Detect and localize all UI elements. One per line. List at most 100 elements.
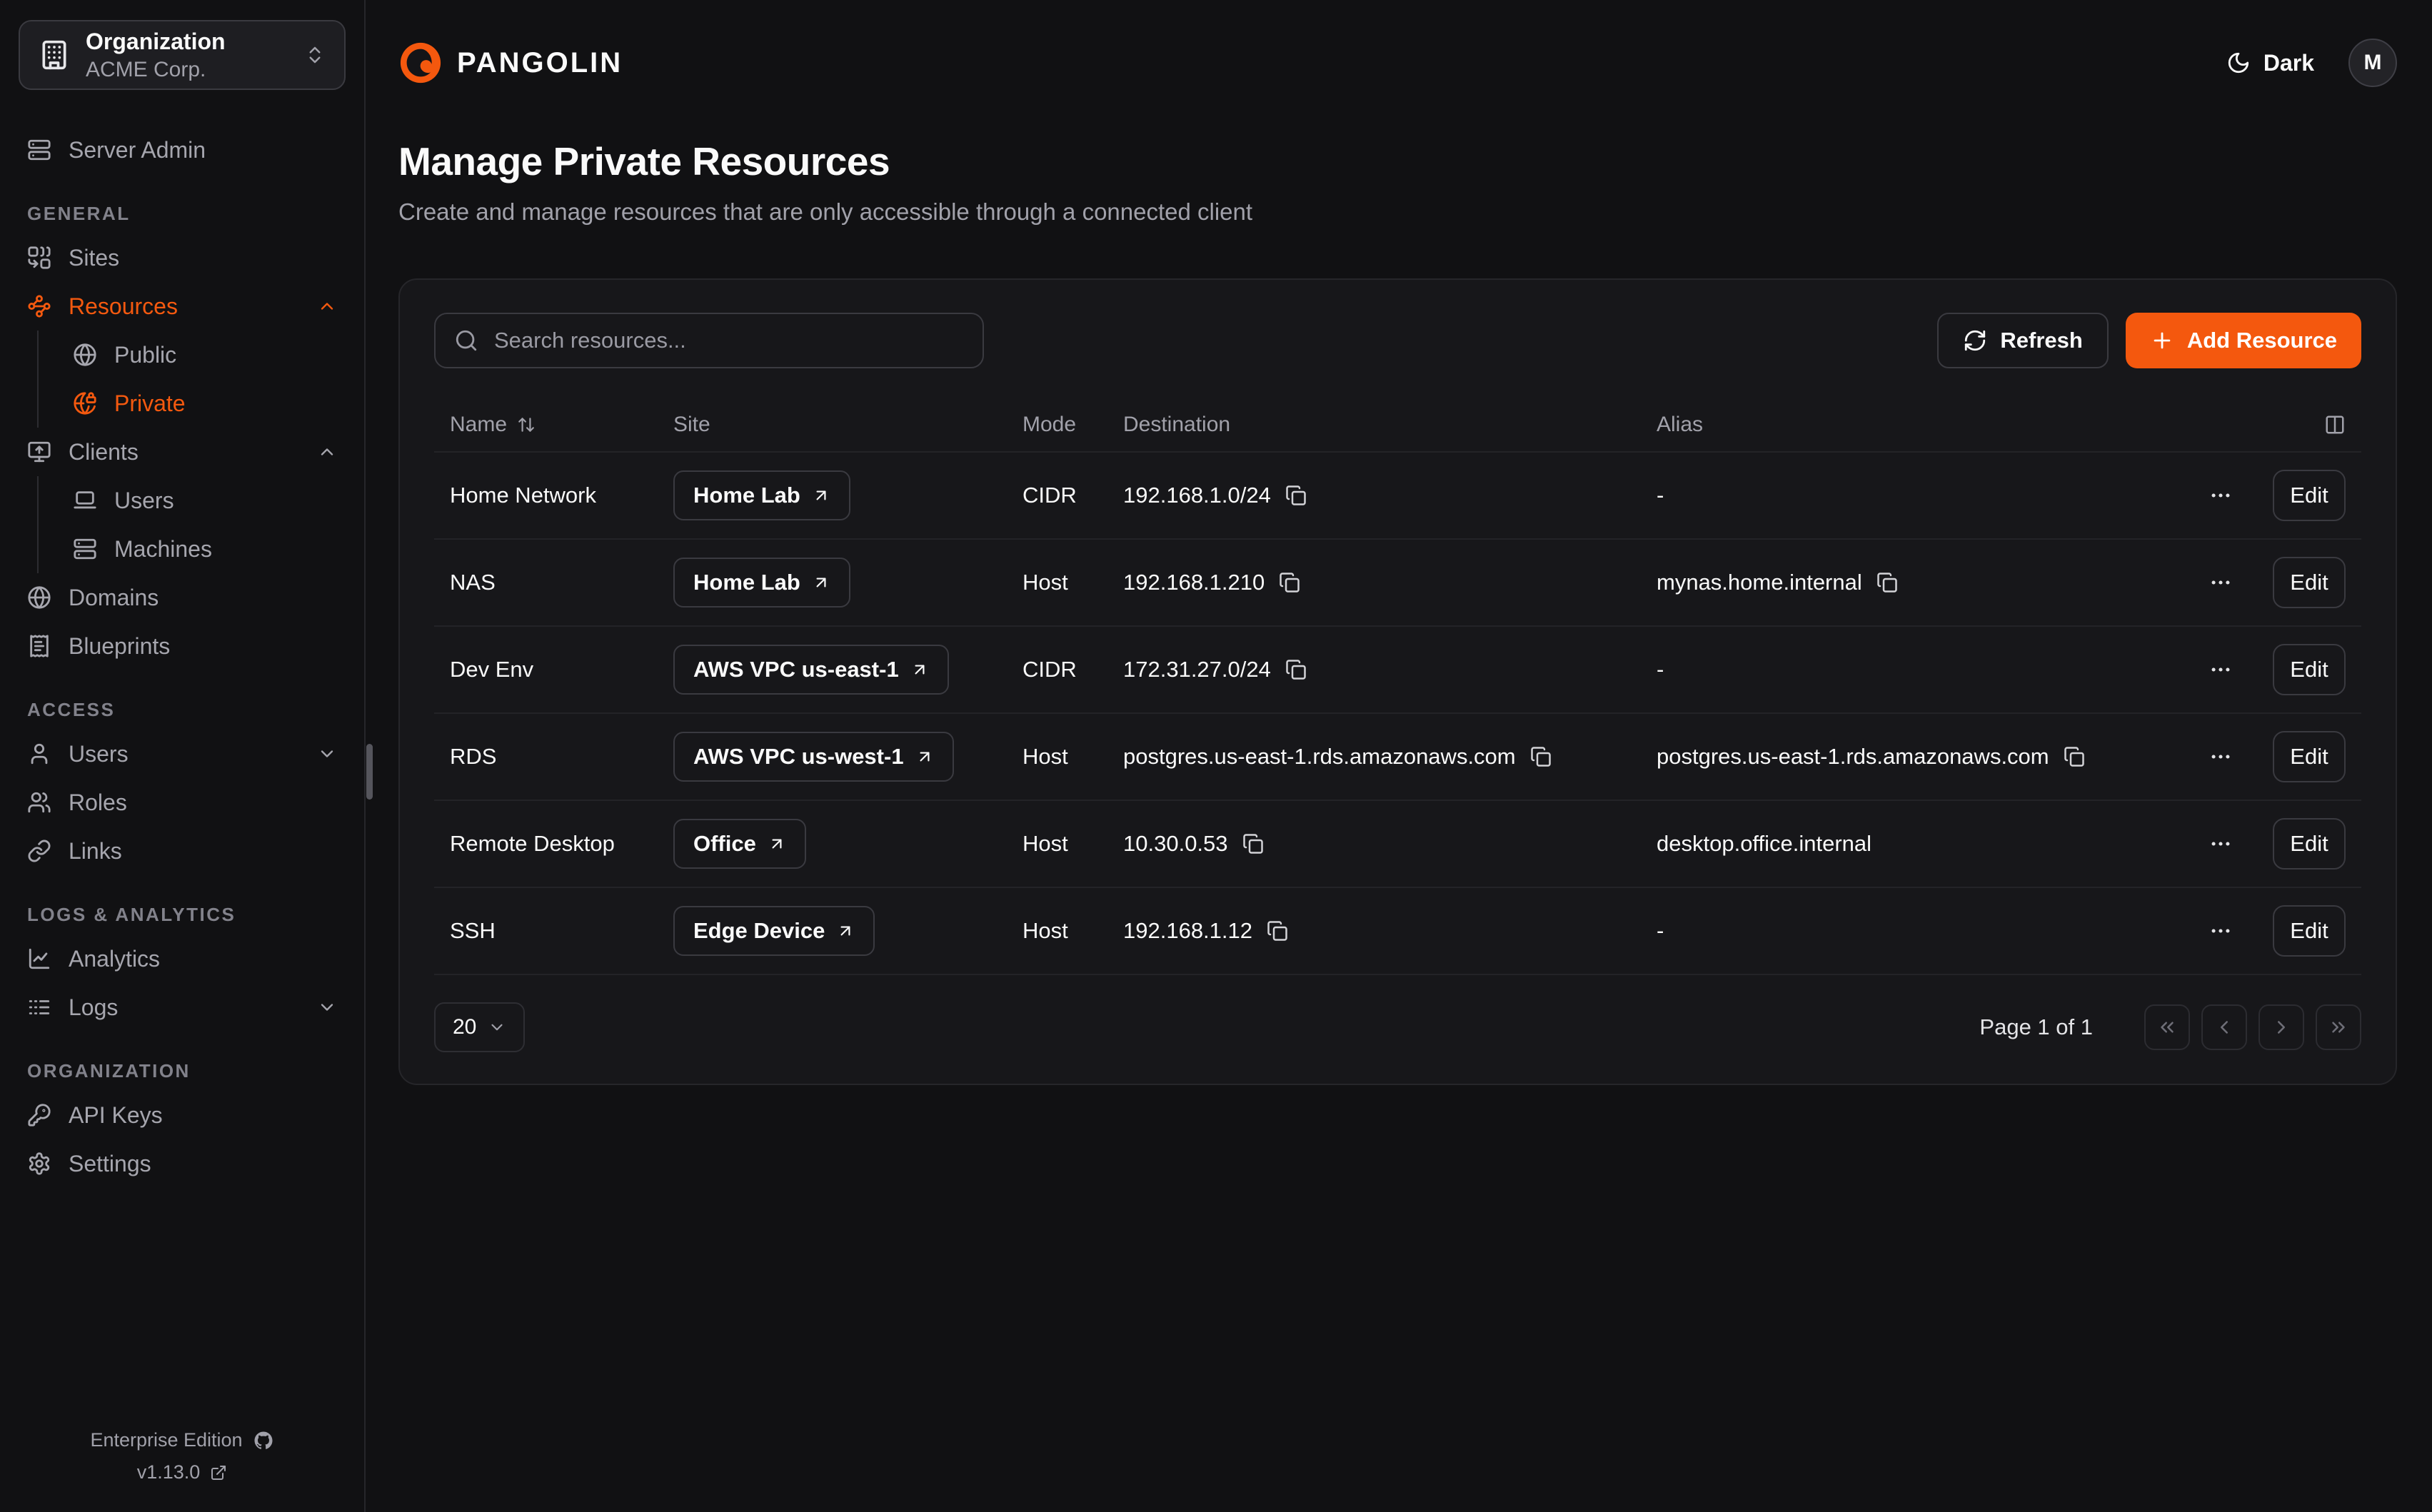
copy-icon[interactable] <box>1279 572 1300 593</box>
version-link[interactable]: v1.13.0 <box>137 1461 228 1483</box>
site-link-button[interactable]: Office <box>673 819 806 869</box>
moon-icon <box>2226 51 2251 75</box>
first-page-button[interactable] <box>2144 1004 2190 1050</box>
edit-button[interactable]: Edit <box>2273 557 2346 608</box>
sidebar-item-label: Clients <box>69 439 139 465</box>
column-header-name[interactable]: Name <box>450 413 673 437</box>
copy-icon[interactable] <box>1285 659 1307 680</box>
site-link-button[interactable]: Home Lab <box>673 470 850 520</box>
arrow-up-right-icon <box>812 573 830 592</box>
section-heading-access: ACCESS <box>27 699 346 721</box>
sidebar-item-clients[interactable]: Clients <box>19 428 346 476</box>
sidebar-item-api-keys[interactable]: API Keys <box>19 1091 346 1139</box>
pager <box>2144 1004 2361 1050</box>
sidebar-item-roles[interactable]: Roles <box>19 778 346 827</box>
resources-table: Name Site Mode Destination Alias Home Ne… <box>434 398 2361 975</box>
alias-value: mynas.home.internal <box>1657 570 1862 595</box>
add-resource-button[interactable]: Add Resource <box>2126 313 2361 368</box>
copy-icon[interactable] <box>1267 920 1288 942</box>
alias-value: - <box>1657 657 1664 682</box>
sidebar-item-logs[interactable]: Logs <box>19 983 346 1032</box>
sidebar-item-client-users[interactable]: Users <box>64 476 346 525</box>
next-page-button[interactable] <box>2258 1004 2304 1050</box>
sidebar-item-machines[interactable]: Machines <box>64 525 346 573</box>
theme-toggle[interactable]: Dark <box>2226 50 2314 76</box>
edition-link[interactable]: Enterprise Edition <box>90 1429 273 1451</box>
site-name: Home Lab <box>693 570 800 595</box>
chart-line-icon <box>27 947 51 971</box>
sidebar-item-resources[interactable]: Resources <box>19 282 346 331</box>
resource-mode: Host <box>1022 744 1123 770</box>
org-selector[interactable]: Organization ACME Corp. <box>19 20 346 90</box>
user-icon <box>27 742 51 766</box>
sidebar-item-blueprints[interactable]: Blueprints <box>19 622 346 670</box>
sidebar-item-links[interactable]: Links <box>19 827 346 875</box>
copy-icon[interactable] <box>1285 485 1307 506</box>
row-actions-menu[interactable] <box>2209 832 2237 856</box>
sidebar-item-domains[interactable]: Domains <box>19 573 346 622</box>
sidebar-item-label: Users <box>114 488 174 514</box>
ellipsis-icon <box>2209 919 2233 943</box>
sidebar-item-server-admin[interactable]: Server Admin <box>19 126 346 174</box>
version-label: v1.13.0 <box>137 1461 201 1483</box>
table-row: RDS AWS VPC us-west-1 Host postgres.us-e… <box>434 714 2361 801</box>
arrow-up-right-icon <box>915 747 934 766</box>
gear-icon <box>27 1151 51 1176</box>
refresh-button[interactable]: Refresh <box>1937 313 2108 368</box>
server-icon <box>73 537 97 561</box>
row-actions-menu[interactable] <box>2209 570 2237 595</box>
row-actions-menu[interactable] <box>2209 745 2237 769</box>
receipt-icon <box>27 634 51 658</box>
search-box[interactable] <box>434 313 984 368</box>
page-size-value: 20 <box>453 1015 476 1039</box>
row-actions-menu[interactable] <box>2209 657 2237 682</box>
copy-icon[interactable] <box>2064 746 2085 767</box>
copy-icon[interactable] <box>1876 572 1898 593</box>
site-link-button[interactable]: AWS VPC us-east-1 <box>673 645 949 695</box>
destination-value: 192.168.1.12 <box>1123 918 1252 944</box>
sidebar-scrollbar-thumb[interactable] <box>366 744 373 800</box>
github-icon <box>253 1430 274 1451</box>
copy-icon[interactable] <box>1530 746 1552 767</box>
last-page-button[interactable] <box>2316 1004 2361 1050</box>
site-link-button[interactable]: Home Lab <box>673 558 850 608</box>
site-link-button[interactable]: AWS VPC us-west-1 <box>673 732 954 782</box>
edit-button[interactable]: Edit <box>2273 644 2346 695</box>
page-size-select[interactable]: 20 <box>434 1002 525 1052</box>
resource-mode: Host <box>1022 918 1123 944</box>
copy-icon[interactable] <box>1242 833 1264 855</box>
previous-page-button[interactable] <box>2201 1004 2247 1050</box>
add-resource-label: Add Resource <box>2187 328 2337 353</box>
sidebar-item-private[interactable]: Private <box>64 379 346 428</box>
resource-mode: Host <box>1022 831 1123 857</box>
sidebar-item-public[interactable]: Public <box>64 331 346 379</box>
toolbar: Refresh Add Resource <box>434 313 2361 368</box>
sidebar-item-users[interactable]: Users <box>19 730 346 778</box>
plus-icon <box>2150 328 2174 353</box>
chevron-up-icon <box>317 442 337 462</box>
sidebar-item-sites[interactable]: Sites <box>19 233 346 282</box>
row-actions-menu[interactable] <box>2209 919 2237 943</box>
sidebar-item-label: Server Admin <box>69 137 206 163</box>
refresh-icon <box>1963 328 1987 353</box>
search-input[interactable] <box>494 328 964 353</box>
site-link-button[interactable]: Edge Device <box>673 906 875 956</box>
sidebar-item-analytics[interactable]: Analytics <box>19 934 346 983</box>
chevron-down-icon <box>317 744 337 764</box>
row-actions-menu[interactable] <box>2209 483 2237 508</box>
sidebar-item-settings[interactable]: Settings <box>19 1139 346 1188</box>
avatar[interactable]: M <box>2348 39 2397 87</box>
alias-value: postgres.us-east-1.rds.amazonaws.com <box>1657 744 2049 770</box>
section-heading-logs-analytics: LOGS & ANALYTICS <box>27 904 346 926</box>
column-visibility-button[interactable] <box>2324 414 2346 435</box>
sidebar-item-label: Roles <box>69 790 127 816</box>
edit-button[interactable]: Edit <box>2273 470 2346 521</box>
table-footer: 20 Page 1 of 1 <box>434 1002 2361 1052</box>
edit-button[interactable]: Edit <box>2273 818 2346 870</box>
edit-button[interactable]: Edit <box>2273 905 2346 957</box>
sidebar-item-label: Private <box>114 390 186 417</box>
edit-button[interactable]: Edit <box>2273 731 2346 782</box>
main-content: PANGOLIN Dark M Manage Private Resources… <box>366 0 2432 1512</box>
destination-value: 10.30.0.53 <box>1123 831 1228 857</box>
resource-mode: CIDR <box>1022 657 1123 682</box>
